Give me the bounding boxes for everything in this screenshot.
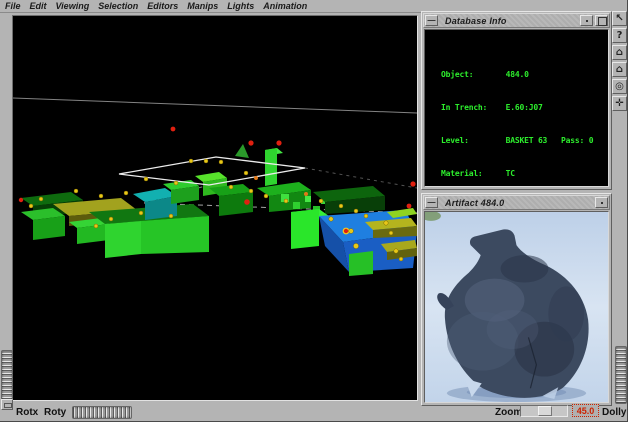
database-info-window: — Database Info Object: 484.0 In Trench:… xyxy=(421,11,612,190)
window-menu-icon[interactable] xyxy=(580,15,593,26)
set-home-icon[interactable]: ⌂ xyxy=(612,62,627,77)
maximize-icon[interactable] xyxy=(595,15,608,26)
database-record: Object: 484.0 In Trench: E.60:J07 Level:… xyxy=(441,47,609,187)
scene-3d-viewport[interactable] xyxy=(12,15,418,401)
minimize-icon[interactable]: — xyxy=(425,15,438,26)
jug-photo-image xyxy=(425,212,608,402)
menu-manips[interactable]: Manips xyxy=(187,1,218,11)
zoom-value-field[interactable]: 45.0 xyxy=(572,404,599,417)
help-icon[interactable]: ? xyxy=(612,28,627,43)
artifact-window: — Artifact 484.0 xyxy=(421,193,612,406)
dolly-thumbwheel[interactable] xyxy=(615,346,627,404)
db-line-level: Level: BASKET 63 Pass: 0 xyxy=(441,135,609,146)
artifact-photo[interactable] xyxy=(424,211,609,403)
window-menu-icon[interactable] xyxy=(595,197,608,208)
application-window: File Edit Viewing Selection Editors Mani… xyxy=(0,0,628,422)
rotx-label: Rotx xyxy=(16,407,38,418)
seek-icon[interactable]: ✛ xyxy=(612,96,627,111)
menu-viewing[interactable]: Viewing xyxy=(56,1,90,11)
excavation-3d-scene xyxy=(13,16,417,400)
database-info-title: Database Info xyxy=(445,16,507,26)
rotx-thumbwheel[interactable] xyxy=(1,350,13,404)
artifact-title: Artifact 484.0 xyxy=(445,198,504,208)
zoom-slider-thumb[interactable] xyxy=(538,406,552,416)
pick-icon[interactable]: ↖ xyxy=(612,11,627,26)
roty-thumbwheel[interactable] xyxy=(72,406,132,419)
menu-lights[interactable]: Lights xyxy=(227,1,254,11)
menu-file[interactable]: File xyxy=(5,1,21,11)
roty-label: Roty xyxy=(44,407,66,418)
database-info-content: Object: 484.0 In Trench: E.60:J07 Level:… xyxy=(424,29,609,187)
menu-animation[interactable]: Animation xyxy=(263,1,307,11)
zoom-label: Zoom xyxy=(495,407,522,418)
minimize-icon[interactable]: — xyxy=(425,197,438,208)
menu-editors[interactable]: Editors xyxy=(147,1,178,11)
artifact-titlebar[interactable]: — Artifact 484.0 xyxy=(423,195,610,210)
db-line-trench: In Trench: E.60:J07 xyxy=(441,102,609,113)
viewer-toolbar: ↖ ? ⌂ ⌂ ◎ ✛ xyxy=(612,11,628,113)
menu-edit[interactable]: Edit xyxy=(30,1,47,11)
bottom-control-bar: Rotx Roty Zoom 45.0 Dolly xyxy=(0,402,628,422)
viewer-mini-button[interactable] xyxy=(1,399,13,410)
view-all-icon[interactable]: ◎ xyxy=(612,79,627,94)
zoom-slider[interactable] xyxy=(520,405,568,417)
menu-selection[interactable]: Selection xyxy=(98,1,138,11)
db-line-object: Object: 484.0 xyxy=(441,69,609,80)
db-line-material: Material: TC xyxy=(441,168,609,179)
database-info-titlebar[interactable]: — Database Info xyxy=(423,13,610,28)
home-icon[interactable]: ⌂ xyxy=(612,45,627,60)
dolly-label: Dolly xyxy=(602,407,626,418)
